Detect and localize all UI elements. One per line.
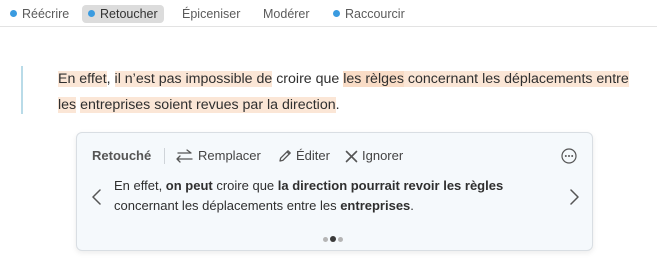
highlighted-segment[interactable]: En effet bbox=[58, 71, 107, 87]
suggestion-part-changed: on peut bbox=[165, 178, 213, 193]
swap-arrows-icon bbox=[176, 149, 193, 163]
status-dot-icon bbox=[10, 10, 17, 17]
tab-label: Retoucher bbox=[100, 7, 158, 21]
status-dot-icon bbox=[88, 10, 95, 17]
tab-raccourcir[interactable]: Raccourcir bbox=[333, 5, 405, 23]
pager-dot-active[interactable] bbox=[330, 236, 336, 242]
ignore-label: Ignorer bbox=[362, 148, 404, 163]
more-options-icon[interactable] bbox=[561, 148, 577, 164]
suggestion-text: En effet, on peut croire que la directio… bbox=[114, 176, 554, 216]
pager-dots bbox=[323, 229, 353, 242]
document-paragraph[interactable]: En effet, il n’est pas impossible de cro… bbox=[58, 66, 648, 118]
chevron-right-icon[interactable] bbox=[568, 189, 580, 205]
card-title: Retouché bbox=[92, 148, 152, 163]
suggestion-part: croire que bbox=[212, 178, 278, 193]
suggestion-part-changed: entreprises bbox=[340, 198, 411, 213]
highlighted-segment[interactable]: les rèlges bbox=[343, 71, 404, 87]
tab-label: Épiceniser bbox=[182, 7, 241, 21]
paragraph-marker bbox=[21, 66, 23, 114]
suggestion-part-changed: la direction pourrait revoir les règles bbox=[277, 178, 504, 193]
divider bbox=[164, 148, 165, 164]
tab-retoucher[interactable]: Retoucher bbox=[82, 5, 164, 23]
tab-label: Raccourcir bbox=[345, 7, 405, 21]
suggestion-part: . bbox=[410, 198, 414, 213]
text-segment: . bbox=[335, 97, 340, 113]
highlighted-segment[interactable]: entreprises soient revues par la directi… bbox=[80, 97, 336, 113]
suggestion-part: En effet, bbox=[114, 178, 166, 193]
chevron-left-icon[interactable] bbox=[91, 189, 103, 205]
pencil-icon bbox=[279, 150, 291, 162]
tab-label: Réécrire bbox=[22, 7, 70, 21]
text-segment: , bbox=[106, 71, 115, 87]
status-dot-icon bbox=[333, 10, 340, 17]
tab-label: Modérer bbox=[263, 7, 310, 21]
pager-dot[interactable] bbox=[323, 237, 328, 242]
edit-label: Éditer bbox=[296, 148, 330, 163]
close-icon bbox=[345, 150, 358, 163]
replace-button[interactable]: Remplacer bbox=[176, 145, 261, 167]
replace-label: Remplacer bbox=[198, 148, 261, 163]
ignore-button[interactable]: Ignorer bbox=[345, 145, 403, 167]
card-header: Retouché Remplacer Éditer Ignorer bbox=[77, 145, 592, 167]
suggestion-part: concernant les déplacements entre les bbox=[114, 198, 341, 213]
edit-button[interactable]: Éditer bbox=[278, 145, 330, 167]
rewrite-toolbar: Réécrire Retoucher Épiceniser Modérer Ra… bbox=[0, 0, 657, 27]
pager-dot[interactable] bbox=[338, 237, 343, 242]
tab-moderer[interactable]: Modérer bbox=[263, 5, 310, 23]
highlighted-segment[interactable]: il n’est pas impossible de bbox=[114, 71, 273, 87]
tab-reecrire[interactable]: Réécrire bbox=[10, 5, 69, 23]
tab-epiceniser[interactable]: Épiceniser bbox=[182, 5, 240, 23]
text-segment: croire que bbox=[272, 71, 344, 87]
suggestion-card: Retouché Remplacer Éditer Ignorer En eff… bbox=[76, 132, 593, 251]
